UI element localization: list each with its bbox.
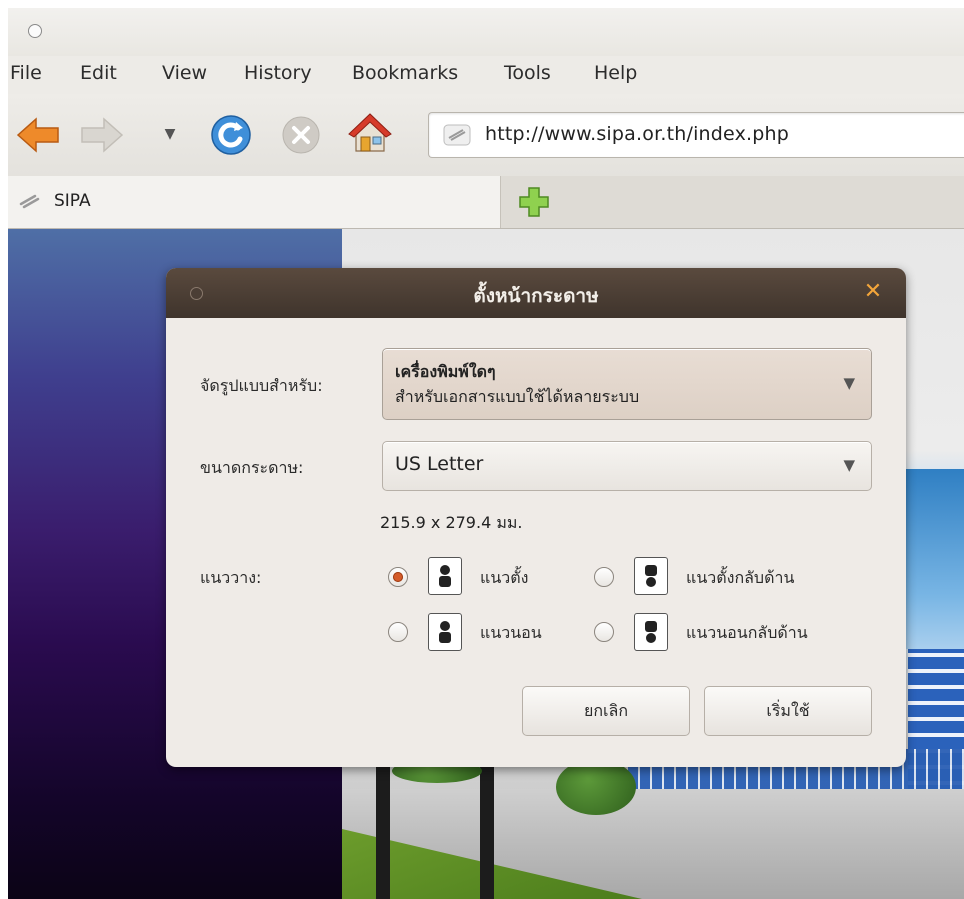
portrait-label[interactable]: แนวตั้ง (480, 566, 528, 591)
back-button[interactable] (14, 114, 62, 156)
history-dropdown-icon[interactable]: ▼ (160, 124, 180, 144)
reverse-portrait-icon (634, 557, 668, 595)
stop-button[interactable] (280, 114, 322, 156)
home-icon (348, 113, 392, 152)
reload-button[interactable] (208, 112, 254, 158)
menu-edit[interactable]: Edit (80, 62, 117, 84)
reload-icon (211, 115, 251, 155)
tab-favicon-icon (19, 194, 40, 209)
chevron-down-icon: ▼ (843, 456, 855, 474)
menu-tools[interactable]: Tools (504, 62, 551, 84)
tab-sipa[interactable]: SIPA (8, 176, 501, 228)
home-button[interactable] (346, 110, 394, 158)
chevron-down-icon: ▼ (843, 374, 855, 392)
menu-bar: File Edit View History Bookmarks Tools H… (8, 56, 964, 94)
close-icon[interactable]: ✕ (862, 281, 884, 303)
menu-bookmarks[interactable]: Bookmarks (352, 62, 458, 84)
dialog-titlebar: ตั้งหน้ากระดาษ ✕ (166, 268, 906, 318)
menu-help[interactable]: Help (594, 62, 637, 84)
page-sign-pole (480, 759, 494, 899)
landscape-icon (428, 613, 462, 651)
format-for-label: จัดรูปแบบสำหรับ: (200, 376, 323, 395)
reverse-landscape-label[interactable]: แนวนอนกลับด้าน (686, 621, 808, 646)
reverse-landscape-icon (634, 613, 668, 651)
apply-button[interactable]: เริ่มใช้ (704, 686, 872, 736)
printer-name: เครื่องพิมพ์ใดๆ (395, 362, 496, 381)
menu-history[interactable]: History (244, 62, 312, 84)
window-titlebar (8, 8, 964, 56)
tab-bar: SIPA (8, 176, 964, 229)
orientation-label: แนววาง: (200, 568, 262, 587)
printer-description: สำหรับเอกสารแบบใช้ได้หลายระบบ (395, 387, 640, 406)
landscape-label[interactable]: แนวนอน (480, 621, 542, 646)
reverse-landscape-radio[interactable] (594, 622, 614, 642)
page-sign-pole (376, 759, 390, 899)
menu-file[interactable]: File (10, 62, 42, 84)
paper-size-value: US Letter (395, 453, 484, 475)
plus-icon (519, 187, 549, 217)
paper-dimensions: 215.9 x 279.4 มม. (380, 513, 523, 532)
forward-arrow-icon (81, 117, 124, 153)
format-for-combo[interactable]: เครื่องพิมพ์ใดๆ สำหรับเอกสารแบบใช้ได้หลา… (382, 348, 872, 420)
cancel-button[interactable]: ยกเลิก (522, 686, 690, 736)
reverse-portrait-label[interactable]: แนวตั้งกลับด้าน (686, 566, 794, 591)
menu-view[interactable]: View (162, 62, 207, 84)
page-tree (556, 759, 636, 815)
new-tab-button[interactable] (518, 186, 550, 218)
reverse-portrait-radio[interactable] (594, 567, 614, 587)
page-setup-dialog: ตั้งหน้ากระดาษ ✕ จัดรูปแบบสำหรับ: เครื่อ… (166, 268, 906, 767)
stop-icon (282, 116, 320, 154)
tab-label: SIPA (54, 191, 91, 211)
landscape-radio[interactable] (388, 622, 408, 642)
dialog-title: ตั้งหน้ากระดาษ (473, 285, 599, 307)
url-bar[interactable]: http://www.sipa.or.th/index.php (428, 112, 964, 158)
url-text[interactable]: http://www.sipa.or.th/index.php (485, 123, 789, 145)
portrait-radio[interactable] (388, 567, 408, 587)
back-arrow-icon (16, 117, 59, 153)
paper-size-combo[interactable]: US Letter ▼ (382, 441, 872, 491)
page-favicon-icon (443, 124, 471, 146)
forward-button[interactable] (78, 114, 126, 156)
window-menu-icon[interactable] (28, 24, 42, 38)
portrait-icon (428, 557, 462, 595)
paper-size-label: ขนาดกระดาษ: (200, 458, 304, 477)
